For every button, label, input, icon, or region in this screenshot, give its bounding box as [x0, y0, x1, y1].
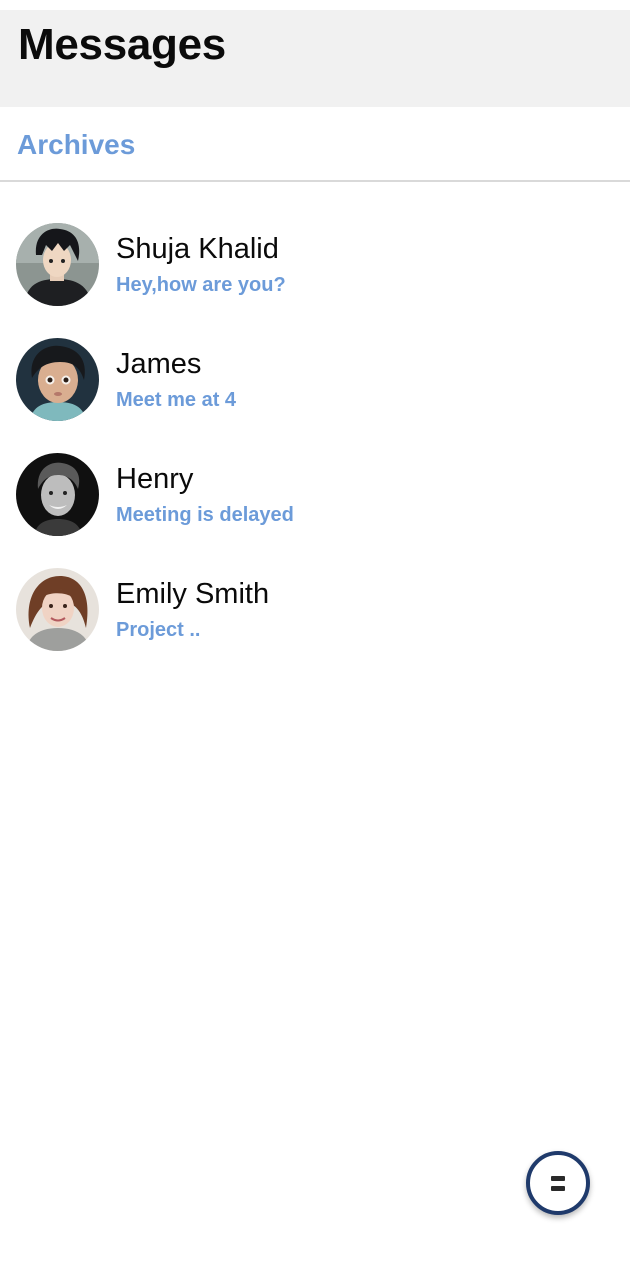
- avatar: [16, 338, 99, 421]
- avatar: [16, 453, 99, 536]
- contact-name: Emily Smith: [116, 578, 270, 610]
- divider: [0, 180, 630, 182]
- avatar: [16, 568, 99, 651]
- message-preview: Project ..: [116, 619, 201, 641]
- child-photo-avatar: [16, 338, 99, 421]
- conversation-item[interactable]: Emily Smith Project ..: [0, 565, 630, 680]
- archives-row: Archives: [0, 107, 630, 180]
- message-preview: Meet me at 4: [116, 389, 237, 411]
- menu-icon: [551, 1175, 565, 1191]
- page-title: Messages: [18, 20, 226, 69]
- conversation-item[interactable]: Henry Meeting is delayed: [0, 450, 630, 565]
- avatar: [16, 223, 99, 306]
- anime-character-avatar: [16, 223, 99, 306]
- message-preview: Hey,how are you?: [116, 274, 286, 296]
- contact-name: Henry: [116, 463, 194, 495]
- man-bw-photo-avatar: [16, 453, 99, 536]
- woman-photo-avatar: [16, 568, 99, 651]
- contact-name: James: [116, 348, 202, 380]
- contact-name: Shuja Khalid: [116, 233, 279, 265]
- menu-fab-button[interactable]: [526, 1151, 590, 1215]
- app-header: Messages: [0, 10, 630, 107]
- archives-link[interactable]: Archives: [17, 129, 135, 161]
- messages-screen: Messages Archives Shuja Khalid Hey,how a…: [0, 0, 630, 1280]
- conversation-item[interactable]: Shuja Khalid Hey,how are you?: [0, 220, 630, 335]
- conversation-list: Shuja Khalid Hey,how are you? James Meet…: [0, 220, 630, 680]
- status-bar-gap: [0, 0, 630, 10]
- message-preview: Meeting is delayed: [116, 504, 294, 526]
- conversation-item[interactable]: James Meet me at 4: [0, 335, 630, 450]
